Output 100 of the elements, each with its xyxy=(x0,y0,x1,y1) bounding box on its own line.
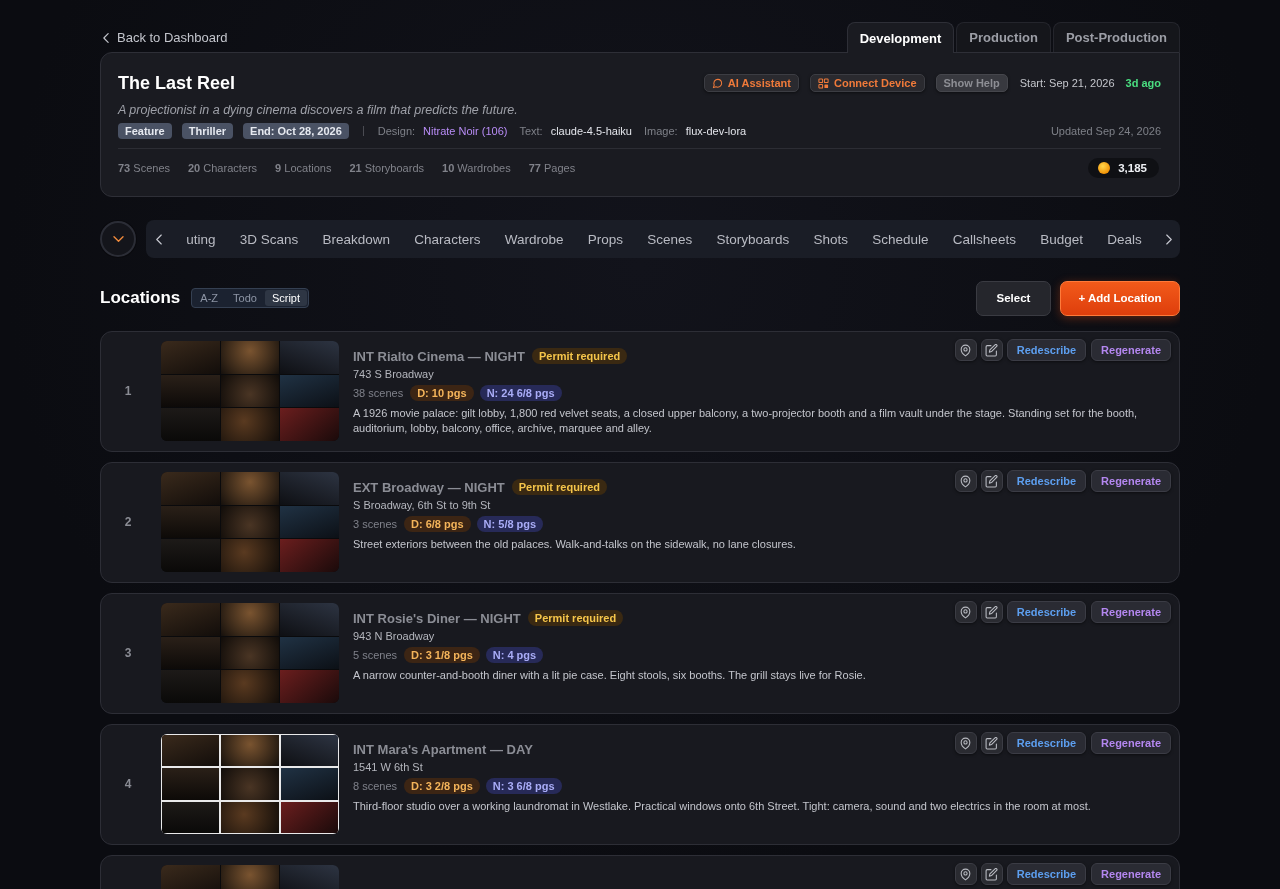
photo-placeholder xyxy=(161,865,220,889)
section-tab[interactable]: Props xyxy=(587,231,623,247)
photo-placeholder xyxy=(280,670,339,703)
photo-placeholder xyxy=(280,505,339,539)
section-tab[interactable]: Breakdown xyxy=(322,231,391,247)
section-tab[interactable]: 3D Scans xyxy=(239,231,299,247)
stat-count: 77 Pages xyxy=(528,162,576,174)
permit-status: Permit required xyxy=(527,610,624,626)
location-description: Third-floor studio over a working laundromat in Westlake. Practical windows onto 6th Street. Tight: camera, sound and two electrics in the room at most. xyxy=(353,799,1092,814)
section-tab[interactable]: Storyboards xyxy=(716,231,790,247)
regenerate-button[interactable]: Regenerate xyxy=(1091,732,1171,754)
chevron-left-icon[interactable] xyxy=(156,233,162,245)
chevron-down-icon xyxy=(112,236,124,242)
grid-icon xyxy=(818,77,829,89)
redescribe-button[interactable]: Redescribe xyxy=(1006,339,1087,361)
edit-button[interactable] xyxy=(980,470,1003,492)
stat-count: 20 Characters xyxy=(188,162,258,174)
section-tab[interactable]: Characters xyxy=(414,231,481,247)
edit-button[interactable] xyxy=(980,339,1003,361)
photo-placeholder xyxy=(220,505,280,539)
night-pages-count: N: 3 6/8 pgs xyxy=(485,778,562,794)
sort-option[interactable]: A-Z xyxy=(193,290,226,306)
photo-placeholder xyxy=(162,768,220,800)
project-tag: Thriller xyxy=(181,123,234,139)
back-link[interactable]: Back to Dashboard xyxy=(103,30,228,45)
scene-count: 3 scenes xyxy=(353,518,398,530)
regenerate-button[interactable]: Regenerate xyxy=(1091,863,1171,885)
assistant-button[interactable]: AI Assistant xyxy=(703,74,799,92)
redescribe-button[interactable]: Redescribe xyxy=(1006,470,1087,492)
section-tab[interactable]: Schedule xyxy=(872,231,929,247)
pencil-square-icon xyxy=(985,736,999,750)
edit-button[interactable] xyxy=(980,601,1003,623)
photo-placeholder xyxy=(221,735,279,767)
permit-status: Permit required xyxy=(531,348,628,364)
day-pages-count: D: 6/8 pgs xyxy=(404,516,471,532)
phase-tab[interactable]: Post-Production xyxy=(1052,22,1180,52)
location-description: A 1926 movie palace: gilt lobby, 1,800 red velvet seats, a closed upper balcony, a two-projector booth and a film vault under the stage. Standing set for the booth, auditorium, lobby, balcony, office, archive, marquee and alley. xyxy=(353,406,1139,436)
project-tag: Feature xyxy=(118,123,172,139)
coin-icon xyxy=(1098,162,1111,174)
photo-placeholder xyxy=(220,670,280,703)
pin-button[interactable] xyxy=(954,339,977,361)
section-tab[interactable]: Budget xyxy=(1040,231,1083,247)
location-heading: INT Mara's Apartment — DAY xyxy=(353,741,533,757)
photo-placeholder xyxy=(220,472,280,505)
redescribe-button[interactable]: Redescribe xyxy=(1006,863,1087,885)
photo-placeholder xyxy=(220,865,280,889)
updated-date: Updated Sep 24, 2026 xyxy=(1050,125,1161,137)
meta-label: Text: xyxy=(519,125,543,137)
location-description: A narrow counter-and-booth diner with a lit pie case. Eight stools, six booths. The grill stays live for Rosie. xyxy=(353,668,867,683)
pin-button[interactable] xyxy=(954,732,977,754)
edit-button[interactable] xyxy=(980,863,1003,885)
section-tab[interactable]: Wardrobe xyxy=(504,231,564,247)
photo-placeholder xyxy=(220,408,280,441)
regenerate-button[interactable]: Regenerate xyxy=(1091,470,1171,492)
day-pages-count: D: 10 pgs xyxy=(410,385,474,401)
regenerate-button[interactable]: Regenerate xyxy=(1091,339,1171,361)
edit-button[interactable] xyxy=(980,732,1003,754)
photo-placeholder xyxy=(280,472,339,505)
stat-count: 9 Locations xyxy=(275,162,332,174)
sort-option[interactable]: Script xyxy=(264,290,307,306)
photo-placeholder xyxy=(220,341,280,374)
pencil-square-icon xyxy=(985,343,999,357)
scene-count: 8 scenes xyxy=(353,780,398,792)
stat-count: 10 Wardrobes xyxy=(442,162,511,174)
connect-button[interactable]: Connect Device xyxy=(810,74,925,92)
photo-placeholder xyxy=(280,408,339,441)
redescribe-button[interactable]: Redescribe xyxy=(1006,732,1087,754)
meta-label: Design: xyxy=(377,125,416,137)
pin-button[interactable] xyxy=(954,470,977,492)
photo-placeholder xyxy=(280,603,339,636)
photo-placeholder xyxy=(161,603,220,636)
section-title: Locations xyxy=(100,288,181,308)
select-button[interactable]: Select xyxy=(976,280,1051,316)
row-number: 4 xyxy=(124,777,132,791)
photo-placeholder xyxy=(161,408,220,441)
section-tab[interactable]: Shots xyxy=(813,231,849,247)
location-address: 743 S Broadway xyxy=(353,367,435,382)
chevron-right-icon[interactable] xyxy=(1165,233,1172,245)
add-location-button[interactable]: + Add Location xyxy=(1060,280,1180,316)
map-pin-icon xyxy=(959,736,973,750)
stat-count: 21 Storyboards xyxy=(349,162,424,174)
section-tab[interactable]: Callsheets xyxy=(952,231,1016,247)
section-tab[interactable]: uting xyxy=(186,231,216,247)
night-pages-count: N: 24 6/8 pgs xyxy=(479,385,562,401)
pin-button[interactable] xyxy=(954,601,977,623)
pin-button[interactable] xyxy=(954,863,977,885)
redescribe-button[interactable]: Redescribe xyxy=(1006,601,1087,623)
regenerate-button[interactable]: Regenerate xyxy=(1091,601,1171,623)
sort-option[interactable]: Todo xyxy=(226,290,264,306)
phase-tab[interactable]: Production xyxy=(956,22,1051,52)
day-pages-count: D: 3 1/8 pgs xyxy=(404,647,480,663)
section-tab[interactable]: Scenes xyxy=(647,231,693,247)
section-tab[interactable]: Deals xyxy=(1107,231,1142,247)
design-link[interactable]: Nitrate Noir (106) xyxy=(423,125,508,137)
map-pin-icon xyxy=(959,605,973,619)
location-description: Street exteriors between the old palaces. Walk-and-talks on the sidewalk, no lane closures. xyxy=(353,537,797,552)
help-button[interactable]: Show Help xyxy=(935,74,1008,92)
scene-count: 5 scenes xyxy=(353,649,398,661)
phase-tab[interactable]: Development xyxy=(846,22,955,53)
photo-placeholder xyxy=(161,539,220,572)
